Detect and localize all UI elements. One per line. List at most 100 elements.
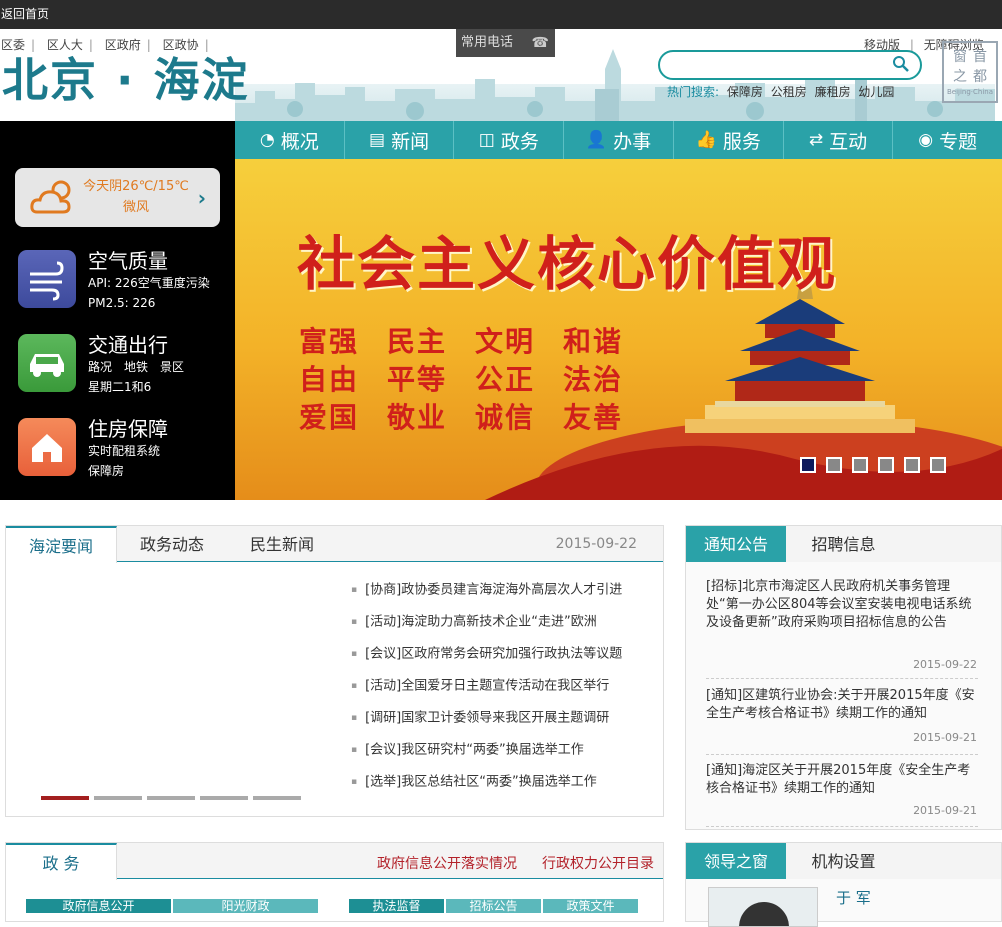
traffic-detail: 路况 地铁 景区 星期二1和6 bbox=[88, 357, 184, 397]
news-item[interactable]: [协商]政协委员建言海淀海外高层次人才引进 bbox=[351, 574, 651, 606]
value-word: 公正 bbox=[475, 363, 536, 396]
weather-wind: 微风 bbox=[122, 200, 149, 215]
tab-notices[interactable]: 通知公告 bbox=[686, 526, 786, 562]
value-word: 诚信 bbox=[475, 401, 536, 434]
slide-dot[interactable] bbox=[800, 457, 816, 473]
tab-livelihood-news[interactable]: 民生新闻 bbox=[231, 526, 333, 562]
tab-haidian-news[interactable]: 海淀要闻 bbox=[6, 526, 117, 563]
nav-interaction[interactable]: ⇄ 互动 bbox=[784, 121, 894, 159]
traffic-restriction: 星期二1和6 bbox=[88, 380, 152, 394]
hot-term[interactable]: 廉租房 bbox=[815, 85, 851, 99]
news-item[interactable]: [选举]我区总结社区“两委”换届选举工作 bbox=[351, 766, 651, 798]
search-box[interactable] bbox=[658, 50, 922, 80]
hot-term[interactable]: 幼儿园 bbox=[858, 85, 894, 99]
slide-indicators bbox=[800, 457, 956, 473]
air-quality-item[interactable]: 空气质量 API: 226空气重度污染 PM2.5: 226 bbox=[18, 249, 218, 310]
top-bar: 返回首页 bbox=[0, 0, 1002, 29]
nav-services[interactable]: 👍 服务 bbox=[674, 121, 784, 159]
nav-overview[interactable]: ◔ 概况 bbox=[235, 121, 345, 159]
nav-label: 互动 bbox=[829, 130, 868, 153]
nav-label: 办事 bbox=[613, 130, 652, 153]
avatar bbox=[739, 902, 789, 926]
news-item[interactable]: [会议]区政府常务会研究加强行政执法等议题 bbox=[351, 638, 651, 670]
search-input[interactable] bbox=[672, 56, 882, 74]
slide-bar[interactable] bbox=[147, 796, 195, 800]
slide-dot[interactable] bbox=[904, 457, 920, 473]
slide-dot[interactable] bbox=[878, 457, 894, 473]
housing-title: 住房保障 bbox=[88, 417, 168, 441]
traffic-links[interactable]: 路况 地铁 景区 bbox=[88, 357, 184, 377]
gov-tabs: 政 务 政府信息公开落实情况 行政权力公开目录 bbox=[6, 843, 663, 880]
notice-item[interactable]: [招标]北京市海淀区人民政府机关事务管理处“第一办公区804等会议室安装电视电话… bbox=[706, 578, 978, 632]
notice-date: 2015-09-21 bbox=[913, 804, 977, 817]
nav-label: 概况 bbox=[280, 130, 319, 153]
notice-date: 2015-09-22 bbox=[913, 658, 977, 671]
values-row: 自由 平等 公正 法治 bbox=[299, 361, 651, 399]
sidebar: 今天阴26℃/15℃ 微风 › 空气质量 API: 226空气重度污染 PM2.… bbox=[0, 121, 235, 500]
leader-name[interactable]: 于 军 bbox=[836, 887, 871, 908]
wind-icon bbox=[18, 250, 76, 308]
news-tabs: 海淀要闻 政务动态 民生新闻 2015-09-22 bbox=[6, 526, 663, 563]
housing-item[interactable]: 住房保障 实时配租系统 保障房 bbox=[18, 417, 218, 481]
banner-slogan: 社会主义核心价值观 bbox=[297, 230, 838, 298]
news-item[interactable]: [活动]海淀助力高新技术企业“走进”欧洲 bbox=[351, 606, 651, 638]
chevron-right-icon: › bbox=[197, 186, 206, 210]
slide-bar[interactable] bbox=[253, 796, 301, 800]
nav-topics[interactable]: ◉ 专题 bbox=[893, 121, 1002, 159]
news-item[interactable]: [会议]我区研究村“两委”换届选举工作 bbox=[351, 734, 651, 766]
traffic-title: 交通出行 bbox=[88, 333, 168, 357]
nav-news[interactable]: ▤ 新闻 bbox=[345, 121, 455, 159]
traffic-item[interactable]: 交通出行 路况 地铁 景区 星期二1和6 bbox=[18, 333, 218, 397]
value-word: 民主 bbox=[387, 325, 448, 358]
value-word: 友善 bbox=[563, 401, 624, 434]
slide-bar[interactable] bbox=[41, 796, 89, 800]
slide-dot[interactable] bbox=[826, 457, 842, 473]
thumbs-up-icon: 👍 bbox=[695, 130, 717, 150]
notice-item[interactable]: [通知]区建筑行业协会:关于开展2015年度《安全生产考核合格证书》续期工作的通… bbox=[706, 687, 978, 723]
value-word: 文明 bbox=[475, 325, 536, 358]
site-logo[interactable]: 北京 · 海淀 bbox=[2, 44, 250, 110]
common-phone-button[interactable]: 常用电话 ☎ bbox=[456, 29, 555, 57]
housing-detail: 实时配租系统 保障房 bbox=[88, 441, 160, 481]
news-item[interactable]: [活动]全国爱牙日主题宣传活动在我区举行 bbox=[351, 670, 651, 702]
pie-chart-icon: ◔ bbox=[259, 130, 275, 150]
nav-label: 政务 bbox=[500, 130, 539, 153]
gov-info-link[interactable]: 政府信息公开落实情况 bbox=[377, 853, 517, 873]
housing-system[interactable]: 实时配租系统 bbox=[88, 441, 160, 461]
divider bbox=[706, 826, 978, 827]
news-panel: 海淀要闻 政务动态 民生新闻 2015-09-22 [协商]政协委员建言海淀海外… bbox=[5, 525, 664, 817]
housing-link[interactable]: 保障房 bbox=[88, 461, 160, 481]
phone-label: 常用电话 bbox=[461, 35, 514, 50]
capital-window-logo[interactable]: 窗 首 之 都 Beijing·China bbox=[942, 41, 998, 103]
book-icon: ◫ bbox=[478, 130, 495, 150]
weather-widget[interactable]: 今天阴26℃/15℃ 微风 › bbox=[15, 168, 220, 227]
nav-services-online[interactable]: 👤 办事 bbox=[564, 121, 674, 159]
hot-term[interactable]: 公租房 bbox=[771, 85, 807, 99]
search-icon[interactable] bbox=[892, 55, 910, 73]
notice-date: 2015-09-21 bbox=[913, 731, 977, 744]
slide-dot[interactable] bbox=[852, 457, 868, 473]
slide-bar[interactable] bbox=[200, 796, 248, 800]
tab-gov-dynamics[interactable]: 政务动态 bbox=[121, 526, 223, 562]
cloudy-sun-icon bbox=[30, 180, 71, 214]
power-list-link[interactable]: 行政权力公开目录 bbox=[542, 853, 654, 873]
hot-term[interactable]: 保障房 bbox=[727, 85, 763, 99]
leader-photo[interactable] bbox=[708, 887, 818, 927]
news-item[interactable]: [调研]国家卫计委领导来我区开展主题调研 bbox=[351, 702, 651, 734]
gov-panel: 政 务 政府信息公开落实情况 行政权力公开目录 政府信息公开 阳光财政 执法监督… bbox=[5, 842, 664, 922]
value-word: 自由 bbox=[299, 363, 360, 396]
banner-slider[interactable]: 社会主义核心价值观 富强 民主 文明 和谐 自由 平等 公正 法治 爱国 敬业 诚信 友善 bbox=[235, 159, 1002, 500]
tab-institutions[interactable]: 机构设置 bbox=[796, 843, 891, 879]
back-home-link[interactable]: 返回首页 bbox=[1, 7, 49, 21]
tab-leaders[interactable]: 领导之窗 bbox=[686, 843, 786, 879]
car-icon bbox=[18, 334, 76, 392]
header: 区委 | 区人大 | 区政府 | 区政协 | 北京 · 海淀 常用电话 ☎ 移动版 | … bbox=[0, 29, 1002, 121]
notice-item[interactable]: [通知]海淀区关于开展2015年度《安全生产考核合格证书》续期工作的通知 bbox=[706, 762, 978, 798]
value-word: 平等 bbox=[387, 363, 448, 396]
leader-panel: 领导之窗 机构设置 于 军 bbox=[685, 842, 1002, 927]
nav-government-affairs[interactable]: ◫ 政务 bbox=[454, 121, 565, 159]
slide-dot[interactable] bbox=[930, 457, 946, 473]
tab-recruitment[interactable]: 招聘信息 bbox=[796, 526, 891, 562]
tab-gov-affairs[interactable]: 政 务 bbox=[6, 843, 117, 880]
slide-bar[interactable] bbox=[94, 796, 142, 800]
